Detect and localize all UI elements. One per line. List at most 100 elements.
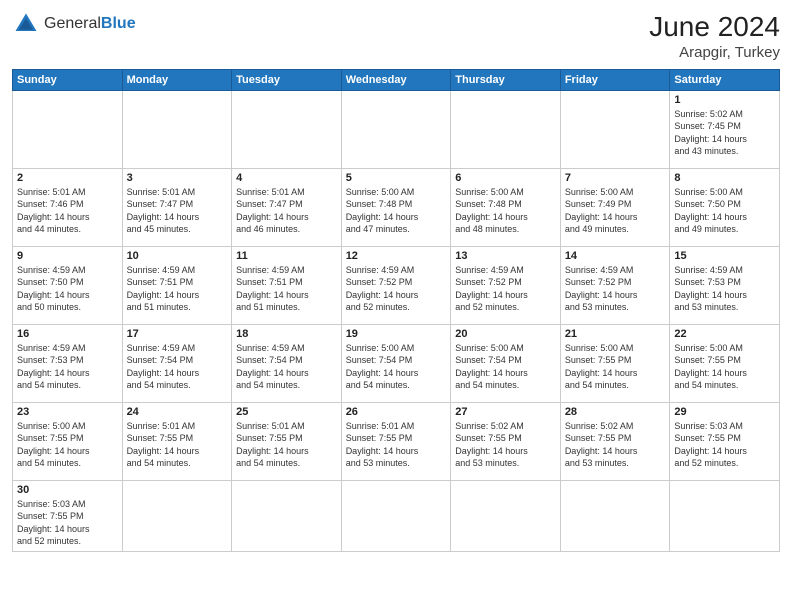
calendar-week-row: 23Sunrise: 5:00 AM Sunset: 7:55 PM Dayli…: [13, 402, 780, 480]
table-row: 30 Sunrise: 5:03 AM Sunset: 7:55 PM Dayli…: [13, 480, 123, 551]
table-row: 3Sunrise: 5:01 AM Sunset: 7:47 PM Daylig…: [122, 168, 232, 246]
cell-date-number: 17: [127, 328, 228, 340]
cell-date-number: 1: [674, 94, 775, 106]
table-row: [341, 480, 451, 551]
cell-info-text: Sunrise: 5:00 AM Sunset: 7:50 PM Dayligh…: [674, 186, 775, 236]
calendar-header-row: Sunday Monday Tuesday Wednesday Thursday…: [13, 69, 780, 90]
calendar-week-row: 2 Sunrise: 5:01 AM Sunset: 7:46 PM Daylig…: [13, 168, 780, 246]
cell-info-text: Sunrise: 4:59 AM Sunset: 7:50 PM Dayligh…: [17, 264, 118, 314]
cell-date-number: 26: [346, 406, 447, 418]
table-row: 28 Sunrise: 5:02 AM Sunset: 7:55 PM Dayli…: [560, 402, 670, 480]
table-row: 17Sunrise: 4:59 AM Sunset: 7:54 PM Dayli…: [122, 324, 232, 402]
cell-date-number: 29: [674, 406, 775, 418]
cell-info-text: Sunrise: 5:00 AM Sunset: 7:49 PM Dayligh…: [565, 186, 666, 236]
table-row: 6 Sunrise: 5:00 AM Sunset: 7:48 PM Daylig…: [451, 168, 561, 246]
table-row: [451, 480, 561, 551]
cell-info-text: Sunrise: 4:59 AM Sunset: 7:51 PM Dayligh…: [236, 264, 337, 314]
cell-date-number: 14: [565, 250, 666, 262]
cell-date-number: 11: [236, 250, 337, 262]
table-row: 20Sunrise: 5:00 AM Sunset: 7:54 PM Dayli…: [451, 324, 561, 402]
table-row: [232, 480, 342, 551]
cell-date-number: 27: [455, 406, 556, 418]
calendar: Sunday Monday Tuesday Wednesday Thursday…: [12, 69, 780, 552]
cell-info-text: Sunrise: 5:01 AM Sunset: 7:55 PM Dayligh…: [346, 420, 447, 470]
cell-date-number: 13: [455, 250, 556, 262]
cell-date-number: 30: [17, 484, 118, 496]
cell-info-text: Sunrise: 4:59 AM Sunset: 7:52 PM Dayligh…: [346, 264, 447, 314]
header-wednesday: Wednesday: [341, 69, 451, 90]
table-row: 13 Sunrise: 4:59 AM Sunset: 7:52 PM Dayli…: [451, 246, 561, 324]
month-year: June 2024: [649, 10, 780, 44]
cell-info-text: Sunrise: 5:01 AM Sunset: 7:55 PM Dayligh…: [236, 420, 337, 470]
header-thursday: Thursday: [451, 69, 561, 90]
table-row: 24Sunrise: 5:01 AM Sunset: 7:55 PM Dayli…: [122, 402, 232, 480]
table-row: 5 Sunrise: 5:00 AM Sunset: 7:48 PM Daylig…: [341, 168, 451, 246]
table-row: 1 Sunrise: 5:02 AM Sunset: 7:45 PM Daylig…: [670, 90, 780, 168]
cell-date-number: 2: [17, 172, 118, 184]
cell-date-number: 28: [565, 406, 666, 418]
cell-date-number: 5: [346, 172, 447, 184]
cell-date-number: 19: [346, 328, 447, 340]
table-row: [560, 480, 670, 551]
cell-info-text: Sunrise: 5:01 AM Sunset: 7:47 PM Dayligh…: [127, 186, 228, 236]
header-sunday: Sunday: [13, 69, 123, 90]
cell-info-text: Sunrise: 5:02 AM Sunset: 7:45 PM Dayligh…: [674, 108, 775, 158]
table-row: 4Sunrise: 5:01 AM Sunset: 7:47 PM Daylig…: [232, 168, 342, 246]
header-friday: Friday: [560, 69, 670, 90]
table-row: 21 Sunrise: 5:00 AM Sunset: 7:55 PM Dayli…: [560, 324, 670, 402]
cell-info-text: Sunrise: 4:59 AM Sunset: 7:52 PM Dayligh…: [455, 264, 556, 314]
cell-info-text: Sunrise: 4:59 AM Sunset: 7:53 PM Dayligh…: [674, 264, 775, 314]
cell-info-text: Sunrise: 5:01 AM Sunset: 7:55 PM Dayligh…: [127, 420, 228, 470]
cell-date-number: 6: [455, 172, 556, 184]
cell-info-text: Sunrise: 5:03 AM Sunset: 7:55 PM Dayligh…: [17, 498, 118, 548]
cell-info-text: Sunrise: 5:02 AM Sunset: 7:55 PM Dayligh…: [455, 420, 556, 470]
cell-info-text: Sunrise: 5:00 AM Sunset: 7:48 PM Dayligh…: [346, 186, 447, 236]
table-row: 14 Sunrise: 4:59 AM Sunset: 7:52 PM Dayli…: [560, 246, 670, 324]
title-block: June 2024 Arapgir, Turkey: [649, 10, 780, 61]
cell-date-number: 20: [455, 328, 556, 340]
cell-date-number: 12: [346, 250, 447, 262]
cell-date-number: 9: [17, 250, 118, 262]
table-row: 19 Sunrise: 5:00 AM Sunset: 7:54 PM Dayli…: [341, 324, 451, 402]
table-row: 29 Sunrise: 5:03 AM Sunset: 7:55 PM Dayli…: [670, 402, 780, 480]
table-row: 12 Sunrise: 4:59 AM Sunset: 7:52 PM Dayli…: [341, 246, 451, 324]
table-row: 7Sunrise: 5:00 AM Sunset: 7:49 PM Daylig…: [560, 168, 670, 246]
cell-info-text: Sunrise: 4:59 AM Sunset: 7:53 PM Dayligh…: [17, 342, 118, 392]
cell-info-text: Sunrise: 5:03 AM Sunset: 7:55 PM Dayligh…: [674, 420, 775, 470]
table-row: 26 Sunrise: 5:01 AM Sunset: 7:55 PM Dayli…: [341, 402, 451, 480]
cell-info-text: Sunrise: 5:00 AM Sunset: 7:48 PM Dayligh…: [455, 186, 556, 236]
table-row: [13, 90, 123, 168]
cell-date-number: 18: [236, 328, 337, 340]
table-row: 25 Sunrise: 5:01 AM Sunset: 7:55 PM Dayli…: [232, 402, 342, 480]
table-row: [341, 90, 451, 168]
table-row: 18 Sunrise: 4:59 AM Sunset: 7:54 PM Dayli…: [232, 324, 342, 402]
cell-date-number: 4: [236, 172, 337, 184]
table-row: 9 Sunrise: 4:59 AM Sunset: 7:50 PM Daylig…: [13, 246, 123, 324]
cell-info-text: Sunrise: 5:00 AM Sunset: 7:55 PM Dayligh…: [565, 342, 666, 392]
table-row: 16Sunrise: 4:59 AM Sunset: 7:53 PM Dayli…: [13, 324, 123, 402]
header: GeneralBlue June 2024 Arapgir, Turkey: [12, 10, 780, 61]
header-monday: Monday: [122, 69, 232, 90]
cell-info-text: Sunrise: 4:59 AM Sunset: 7:54 PM Dayligh…: [236, 342, 337, 392]
calendar-week-row: 16Sunrise: 4:59 AM Sunset: 7:53 PM Dayli…: [13, 324, 780, 402]
cell-date-number: 22: [674, 328, 775, 340]
page: GeneralBlue June 2024 Arapgir, Turkey Su…: [0, 0, 792, 612]
cell-date-number: 15: [674, 250, 775, 262]
cell-info-text: Sunrise: 5:01 AM Sunset: 7:46 PM Dayligh…: [17, 186, 118, 236]
cell-info-text: Sunrise: 5:02 AM Sunset: 7:55 PM Dayligh…: [565, 420, 666, 470]
logo: GeneralBlue: [12, 10, 136, 38]
cell-info-text: Sunrise: 5:00 AM Sunset: 7:54 PM Dayligh…: [346, 342, 447, 392]
table-row: [670, 480, 780, 551]
cell-info-text: Sunrise: 5:00 AM Sunset: 7:55 PM Dayligh…: [17, 420, 118, 470]
calendar-week-row: 1 Sunrise: 5:02 AM Sunset: 7:45 PM Daylig…: [13, 90, 780, 168]
table-row: [232, 90, 342, 168]
cell-date-number: 21: [565, 328, 666, 340]
cell-date-number: 25: [236, 406, 337, 418]
location: Arapgir, Turkey: [649, 44, 780, 61]
cell-info-text: Sunrise: 4:59 AM Sunset: 7:52 PM Dayligh…: [565, 264, 666, 314]
table-row: 27 Sunrise: 5:02 AM Sunset: 7:55 PM Dayli…: [451, 402, 561, 480]
table-row: 23Sunrise: 5:00 AM Sunset: 7:55 PM Dayli…: [13, 402, 123, 480]
table-row: 11 Sunrise: 4:59 AM Sunset: 7:51 PM Dayli…: [232, 246, 342, 324]
calendar-week-row: 9 Sunrise: 4:59 AM Sunset: 7:50 PM Daylig…: [13, 246, 780, 324]
table-row: 2 Sunrise: 5:01 AM Sunset: 7:46 PM Daylig…: [13, 168, 123, 246]
